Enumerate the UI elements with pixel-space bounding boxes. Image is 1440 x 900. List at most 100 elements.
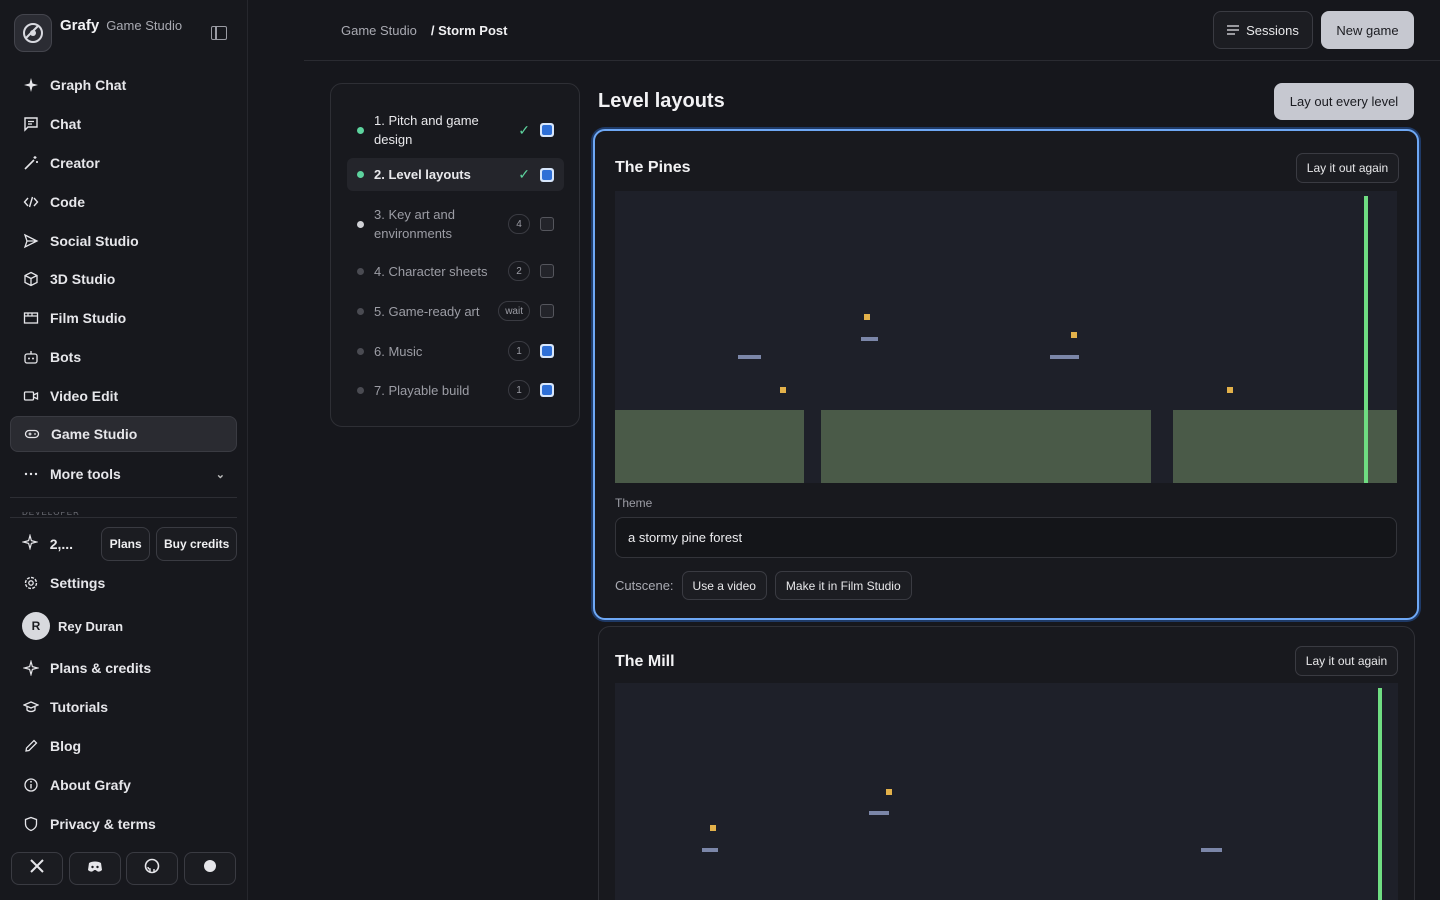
sessions-button[interactable]: Sessions [1213,11,1313,49]
lay-it-out-again-button[interactable]: Lay it out again [1295,646,1398,676]
header-divider [304,60,1440,61]
step-item[interactable]: 3. Key art and environments 4 [347,204,564,244]
sidebar-item-label: Game Studio [51,426,138,442]
sidebar-item-code[interactable]: Code [10,184,237,220]
goal-pole [1378,688,1382,900]
step-item[interactable]: 1. Pitch and game design ✓ [347,110,564,150]
sidebar-item-blog[interactable]: Blog [10,728,237,764]
brand[interactable]: Grafy Game Studio [14,14,182,52]
ground-segment [1173,410,1397,483]
sidebar-item-chat[interactable]: Chat [10,106,237,142]
github-icon [144,858,160,879]
step-checkbox[interactable] [540,217,554,231]
sidebar: Grafy Game Studio Graph Chat Chat Creato… [0,0,248,900]
sidebar-item-creator[interactable]: Creator [10,145,237,181]
coin [1071,332,1077,338]
make-it-in-film-studio-button[interactable]: Make it in Film Studio [774,571,912,600]
sidebar-item-game-studio[interactable]: Game Studio [10,416,237,452]
step-checkbox[interactable] [540,264,554,278]
lay-out-every-level-button[interactable]: Lay out every level [1274,83,1414,120]
step-count-badge: 2 [508,261,530,281]
sidebar-item-label: Chat [50,116,82,132]
video-icon [22,387,40,405]
coin [1227,387,1233,393]
sidebar-divider [10,517,237,518]
sparkle-icon [22,659,40,677]
level-preview-canvas[interactable] [615,191,1397,483]
sidebar-item-plans-credits[interactable]: Plans & credits [10,650,237,686]
buy-credits-button[interactable]: Buy credits [156,527,237,561]
sidebar-item-label: 3D Studio [50,271,116,287]
platform [702,848,718,852]
list-icon [1227,23,1240,38]
sidebar-item-privacy[interactable]: Privacy & terms [10,806,237,842]
github-social-button[interactable] [126,852,178,885]
step-label: 4. Character sheets [374,263,488,279]
step-label: 2. Level layouts [374,167,471,182]
sidebar-item-film-studio[interactable]: Film Studio [10,300,237,336]
step-checkbox[interactable] [540,344,554,358]
step-label: 3. Key art and environments [374,207,455,241]
step-checkbox[interactable] [540,304,554,318]
sidebar-item-social-studio[interactable]: Social Studio [10,223,237,259]
step-item[interactable]: 2. Level layouts ✓ [347,158,564,191]
use-a-video-button[interactable]: Use a video [681,571,767,600]
coin [864,314,870,320]
step-item[interactable]: 4. Character sheets 2 [347,260,564,282]
theme-input[interactable]: a stormy pine forest [615,517,1397,558]
sidebar-item-tutorials[interactable]: Tutorials [10,689,237,725]
grafy-logo-icon [14,14,52,52]
chat-icon [22,115,40,133]
chevron-down-icon: ⌄ [215,469,225,481]
user-name: Rey Duran [58,618,124,634]
level-title: The Pines [615,159,691,176]
level-card-the-pines[interactable]: The Pines Lay it out again Theme a storm… [593,129,1419,620]
breadcrumb-game-studio[interactable]: Game Studio [341,23,417,38]
graduation-cap-icon [22,698,40,716]
circle-social-button[interactable] [184,852,236,885]
sidebar-item-graph-chat[interactable]: Graph Chat [10,67,237,103]
step-checkbox[interactable] [540,123,554,137]
circle-icon [203,859,217,878]
sidebar-item-more-tools[interactable]: More tools ⌄ [10,456,237,492]
x-social-button[interactable] [11,852,63,885]
sidebar-item-3d-studio[interactable]: 3D Studio [10,261,237,297]
level-card-the-mill[interactable]: The Mill Lay it out again [598,626,1415,900]
sidebar-item-video-edit[interactable]: Video Edit [10,378,237,414]
step-item[interactable]: 6. Music 1 [347,340,564,362]
platform [1050,355,1079,359]
step-label: 7. Playable build [374,382,470,398]
credits-value: 2,... [49,536,74,552]
shield-icon [22,815,40,833]
status-dot [357,220,364,228]
sidebar-item-bots[interactable]: Bots [10,339,237,375]
sidebar-item-label: Video Edit [50,388,119,404]
sidebar-item-label: Bots [50,349,82,365]
breadcrumb-current: / Storm Post [430,23,508,38]
level-preview-canvas[interactable] [615,683,1398,900]
new-game-button[interactable]: New game [1321,11,1414,49]
film-icon [22,309,40,327]
sidebar-item-about[interactable]: About Grafy [10,767,237,803]
sparkle-icon [21,532,40,555]
plans-button[interactable]: Plans [101,527,151,561]
status-dot [357,307,364,315]
sessions-label: Sessions [1246,22,1299,38]
goal-pole [1364,196,1368,483]
discord-social-button[interactable] [69,852,121,885]
step-count-badge: 4 [508,214,530,234]
platform [1201,848,1222,852]
credits-row: 2,... Plans Buy credits [10,526,237,562]
lay-it-out-again-button[interactable]: Lay it out again [1296,153,1399,183]
collapse-sidebar-icon[interactable] [211,26,227,40]
status-dot [357,386,364,394]
user-profile[interactable]: R Rey Duran [22,612,123,640]
step-item[interactable]: 5. Game-ready art wait [347,300,564,322]
sidebar-item-settings[interactable]: Settings [10,565,237,601]
step-checkbox[interactable] [540,167,554,182]
step-item[interactable]: 7. Playable build 1 [347,379,564,401]
step-label: 5. Game-ready art [374,303,480,319]
ground-segment [821,410,1151,483]
step-checkbox[interactable] [540,383,554,397]
sidebar-item-label: Creator [50,155,100,171]
